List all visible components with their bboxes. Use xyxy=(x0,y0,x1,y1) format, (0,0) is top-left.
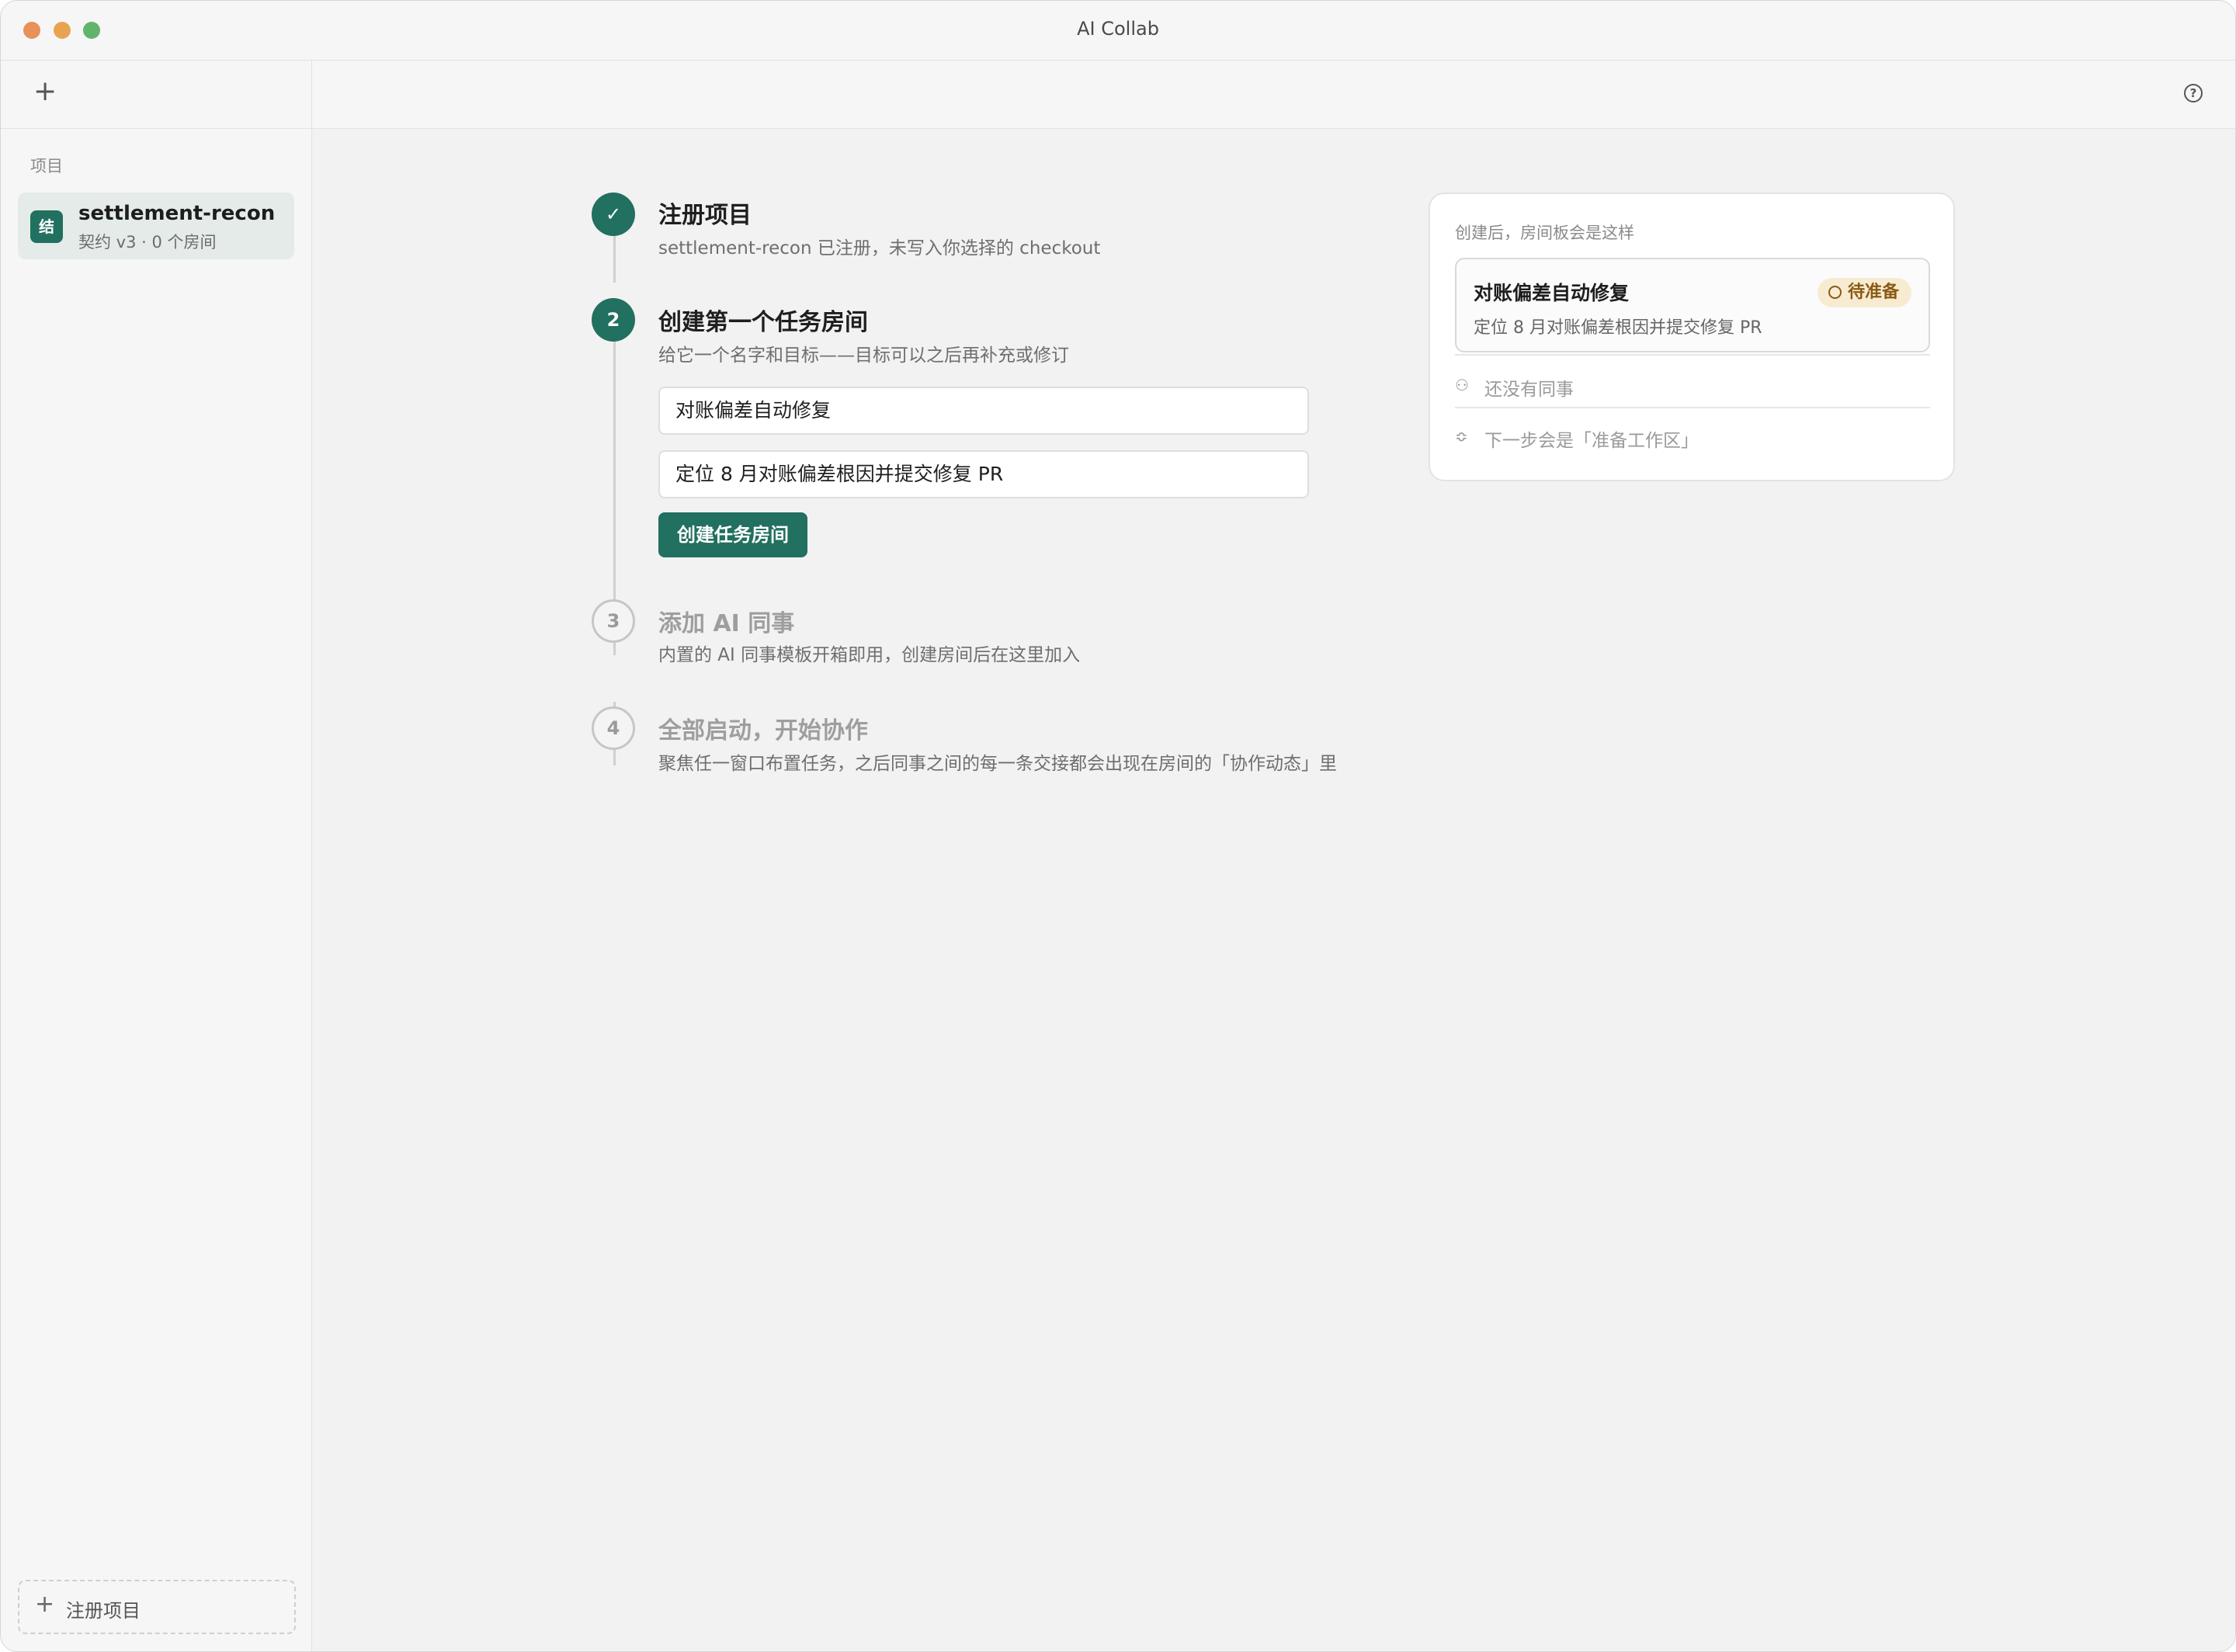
step-4-description: 聚焦任一窗口布置任务，之后同事之间的每一条交接都会出现在房间的「协作动态」里 xyxy=(658,754,1337,774)
room-preview-goal: 定位 8 月对账偏差根因并提交修复 PR xyxy=(1474,318,1762,338)
project-avatar: 结 xyxy=(30,210,63,243)
help-icon[interactable]: ? xyxy=(2184,84,2203,102)
preview-caption: 创建后，房间板会是这样 xyxy=(1455,224,1634,242)
step-2-description: 给它一个名字和目标——目标可以之后再补充或修订 xyxy=(658,345,1069,366)
plus-icon: + xyxy=(35,1591,55,1618)
register-project-button[interactable]: + 注册项目 xyxy=(18,1580,296,1634)
main-toolbar: ? xyxy=(312,61,2235,129)
step-3-description: 内置的 AI 同事模板开箱即用，创建房间后在这里加入 xyxy=(658,645,1081,665)
sidebar: + 项目 结 settlement-recon 契约 v3 · 0 个房间 + … xyxy=(1,61,312,1651)
room-name-input[interactable]: 对账偏差自动修复 xyxy=(658,387,1309,435)
title-bar: AI Collab xyxy=(1,1,2235,61)
projects-section-label: 项目 xyxy=(30,157,63,175)
divider xyxy=(1455,407,1930,408)
app-window: AI Collab + 项目 结 settlement-recon 契约 v3 … xyxy=(0,0,2236,1652)
step-1-title: 注册项目 xyxy=(658,202,752,229)
create-room-button[interactable]: 创建任务房间 xyxy=(658,512,807,557)
next-step-text: 下一步会是「准备工作区」 xyxy=(1484,431,1699,451)
room-preview-card: 创建后，房间板会是这样 对账偏差自动修复 定位 8 月对账偏差根因并提交修复 P… xyxy=(1429,193,1955,481)
step-2-title: 创建第一个任务房间 xyxy=(658,309,868,336)
new-project-plus-icon[interactable]: + xyxy=(33,78,57,106)
layers-icon: ≎ xyxy=(1455,427,1468,446)
room-preview: 对账偏差自动修复 定位 8 月对账偏差根因并提交修复 PR 待准备 xyxy=(1455,258,1930,352)
project-item-settlement-recon[interactable]: 结 settlement-recon 契约 v3 · 0 个房间 xyxy=(18,193,294,259)
project-subtitle: 契约 v3 · 0 个房间 xyxy=(78,233,217,252)
step-connector xyxy=(613,231,616,283)
step-1-description: settlement-recon 已注册，未写入你选择的 checkout xyxy=(658,238,1101,259)
room-preview-title: 对账偏差自动修复 xyxy=(1474,282,1630,304)
register-project-label: 注册项目 xyxy=(66,1600,141,1622)
sidebar-toolbar: + xyxy=(1,61,311,129)
step-2-marker: 2 xyxy=(592,298,635,342)
people-icon: ⚇ xyxy=(1455,376,1469,394)
step-4-marker: 4 xyxy=(592,706,635,750)
step-3-title: 添加 AI 同事 xyxy=(658,610,795,637)
project-name: settlement-recon xyxy=(78,202,276,225)
room-goal-input[interactable]: 定位 8 月对账偏差根因并提交修复 PR xyxy=(658,450,1309,498)
step-4-title: 全部启动，开始协作 xyxy=(658,717,868,744)
status-badge: 待准备 xyxy=(1817,278,1911,307)
window-title: AI Collab xyxy=(1077,18,1159,40)
main-area: ? ✓ 注册项目 settlement-recon 已注册，未写入你选择的 ch… xyxy=(312,61,2235,1651)
status-badge-label: 待准备 xyxy=(1847,283,1899,302)
clock-icon xyxy=(1828,286,1842,299)
step-1-check-icon: ✓ xyxy=(592,193,635,236)
divider xyxy=(1455,354,1930,356)
no-teammates-text: 还没有同事 xyxy=(1484,380,1574,400)
step-3-marker: 3 xyxy=(592,599,635,643)
